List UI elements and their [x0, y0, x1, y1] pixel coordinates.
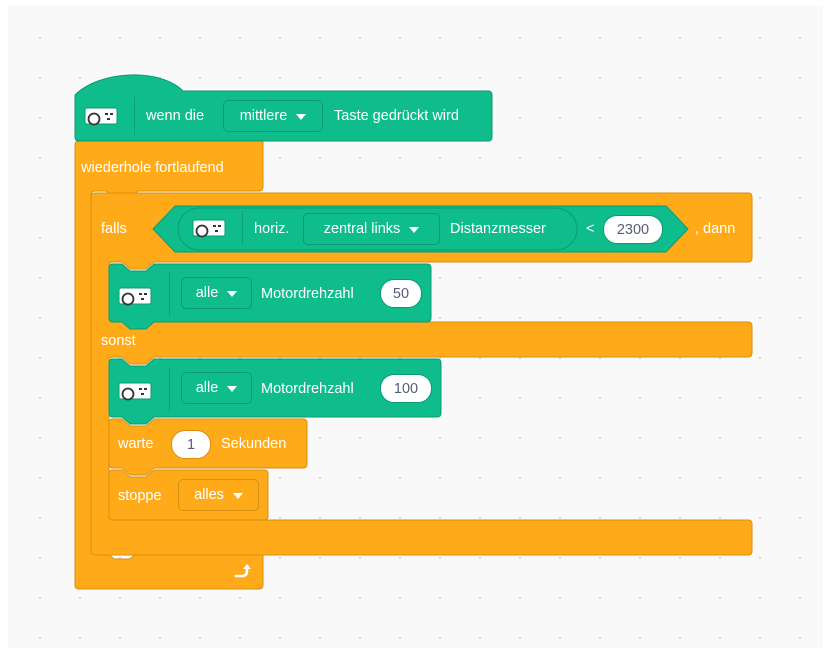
else-label: sonst	[101, 333, 136, 349]
wait-prefix-label: warte	[118, 436, 154, 452]
block-shapes	[74, 74, 753, 590]
motor-select-value: alle	[195, 285, 219, 301]
sensor-position-dropdown[interactable]: zentral links	[303, 213, 440, 245]
hub-sensor-icon	[192, 219, 226, 238]
hub-sensor-icon	[118, 287, 152, 306]
if-label: falls	[101, 221, 127, 237]
chevron-down-icon	[227, 386, 238, 392]
orientation-label: horiz.	[254, 221, 290, 237]
sensor-type-label: Distanzmesser	[450, 221, 546, 237]
motor-select-value: alle	[195, 380, 219, 396]
icon-separator	[169, 367, 170, 411]
sensor-position-value: zentral links	[323, 221, 401, 237]
stop-option-value: alles	[194, 487, 224, 503]
chevron-down-icon	[227, 291, 238, 297]
stop-option-dropdown[interactable]: alles	[178, 479, 259, 511]
icon-separator	[242, 211, 243, 245]
distance-threshold-input[interactable]: 2300	[603, 215, 663, 244]
chevron-down-icon	[409, 227, 420, 233]
hat-prefix-label: wenn die	[146, 108, 205, 124]
hub-sensor-icon	[84, 107, 118, 126]
motor-speed-input-2[interactable]: 100	[380, 374, 432, 403]
hub-sensor-icon	[118, 382, 152, 401]
motor-select-dropdown-2[interactable]: alle	[181, 372, 252, 404]
wait-seconds-input[interactable]: 1	[171, 430, 211, 459]
wait-suffix-label: Sekunden	[221, 436, 287, 452]
chevron-down-icon	[232, 493, 243, 499]
hat-suffix-label: Taste gedrückt wird	[334, 108, 459, 124]
button-select-value: mittlere	[239, 108, 288, 124]
motor-speed-input-1[interactable]: 50	[380, 279, 422, 308]
then-label: , dann	[695, 221, 736, 237]
forever-label: wiederhole fortlaufend	[81, 160, 224, 176]
operator-label: <	[586, 221, 595, 237]
motor-speed-label: Motordrehzahl	[261, 286, 354, 302]
stop-label: stoppe	[118, 488, 162, 504]
motor-select-dropdown-1[interactable]: alle	[181, 277, 252, 309]
button-select-dropdown[interactable]: mittlere	[223, 100, 323, 132]
icon-separator	[169, 272, 170, 316]
motor-speed-label: Motordrehzahl	[261, 381, 354, 397]
chevron-down-icon	[296, 114, 307, 120]
icon-separator	[134, 97, 135, 135]
